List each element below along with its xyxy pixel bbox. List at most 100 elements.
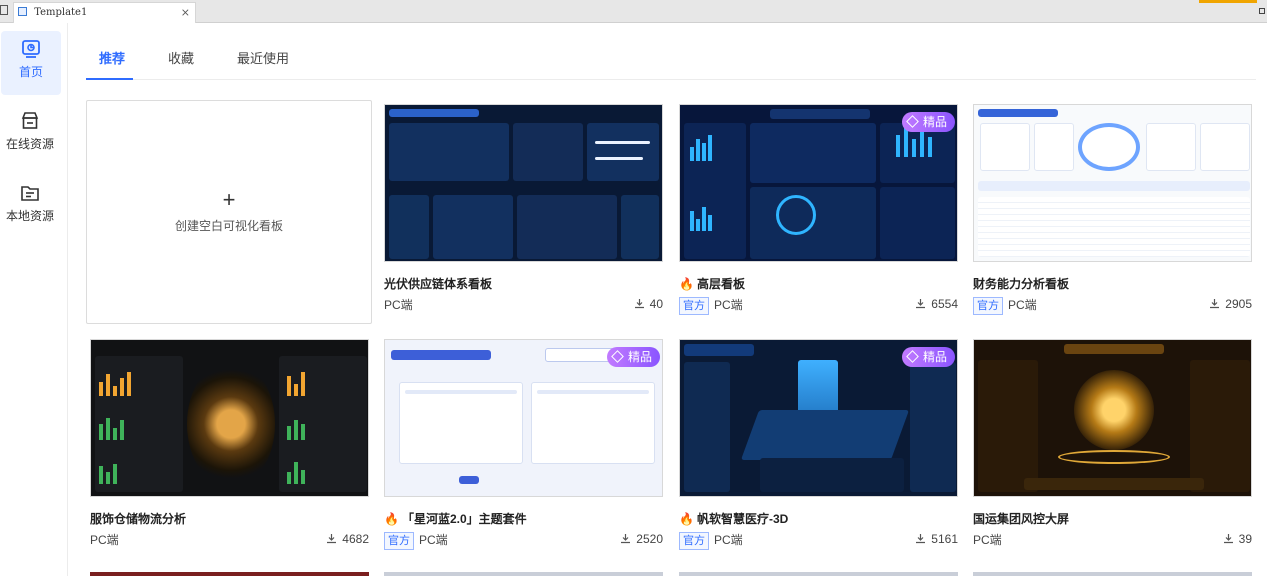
template-icon: [18, 7, 27, 16]
template-title: 光伏供应链体系看板: [384, 277, 493, 291]
template-card[interactable]: 精品 🔥 帆软智慧医疗-3D 官方 PC端 5161: [679, 339, 959, 550]
download-icon: [1223, 534, 1233, 544]
sidebar-item-online-resources[interactable]: 在线资源: [0, 103, 60, 167]
template-card[interactable]: 精品 🔥 高层看板 官方 PC端 6554: [679, 104, 959, 315]
create-dashboard-card[interactable]: + 创建空白可视化看板: [86, 100, 372, 324]
download-count: 6554: [915, 297, 958, 311]
template-meta: 官方 PC端 6554: [679, 296, 958, 315]
download-count: 40: [634, 297, 663, 311]
template-card[interactable]: 光伏供应链体系看板 PC端 40: [384, 104, 664, 312]
tab-recent[interactable]: 最近使用: [237, 48, 289, 67]
template-title: 🔥 帆软智慧医疗-3D: [679, 510, 788, 527]
gem-icon: [906, 115, 919, 128]
download-value: 2520: [636, 532, 663, 546]
download-icon: [916, 299, 926, 309]
premium-label: 精品: [922, 115, 947, 129]
template-title-text: 帆软智慧医疗-3D: [696, 512, 789, 526]
template-meta: PC端 40: [384, 296, 663, 314]
official-badge: 官方: [679, 297, 709, 315]
template-card[interactable]: 财务能力分析看板 官方 PC端 2905: [973, 104, 1253, 315]
download-icon: [621, 534, 631, 544]
category-tabs: 推荐 收藏 最近使用: [86, 40, 1256, 80]
official-badge: 官方: [679, 532, 709, 550]
template-card[interactable]: 国运集团风控大屏 PC端 39: [973, 339, 1253, 547]
app-menu-icon[interactable]: [0, 5, 8, 15]
download-icon: [327, 534, 337, 544]
premium-badge: 精品: [901, 347, 955, 367]
download-count: 2905: [1209, 297, 1252, 311]
sidebar-item-label: 首页: [18, 65, 43, 79]
premium-label: 精品: [627, 350, 652, 364]
template-meta: 官方 PC端 5161: [679, 531, 958, 550]
platform-label: PC端: [419, 533, 448, 547]
template-title: 🔥 「星河蓝2.0」主题套件: [384, 510, 527, 527]
template-title-text: 「星河蓝2.0」主题套件: [401, 512, 527, 526]
template-title: 🔥 高层看板: [679, 275, 745, 292]
template-card[interactable]: 精品 🔥 「星河蓝2.0」主题套件 官方 PC端 2520: [384, 339, 664, 550]
sidebar-item-home[interactable]: 首页: [1, 31, 61, 95]
next-row-thumbnail[interactable]: [973, 572, 1252, 576]
download-count: 2520: [620, 532, 663, 546]
sidebar-item-label: 在线资源: [5, 137, 54, 151]
platform-label: PC端: [714, 298, 743, 312]
platform-label: PC端: [90, 533, 119, 547]
download-value: 6554: [931, 297, 958, 311]
dashboard-icon: [22, 40, 40, 58]
download-value: 40: [649, 297, 663, 311]
template-title: 财务能力分析看板: [973, 277, 1070, 291]
accent-marker: [1199, 0, 1257, 3]
window-menu-icon[interactable]: [1259, 8, 1265, 14]
window-tab-strip: Template1 ×: [0, 0, 1267, 23]
next-row-thumbnail[interactable]: [679, 572, 958, 576]
download-value: 2905: [1225, 297, 1252, 311]
template-thumbnail: [90, 339, 369, 497]
template-title: 国运集团风控大屏: [973, 512, 1070, 526]
template-meta: PC端 4682: [90, 531, 369, 549]
template-card[interactable]: 服饰仓储物流分析 PC端 4682: [90, 339, 370, 547]
fire-icon: 🔥: [679, 512, 694, 526]
platform-label: PC端: [1008, 298, 1037, 312]
tab-template1[interactable]: Template1 ×: [13, 2, 196, 23]
template-thumbnail: [973, 104, 1252, 262]
platform-label: PC端: [384, 298, 413, 312]
template-meta: 官方 PC端 2520: [384, 531, 663, 550]
fire-icon: 🔥: [384, 512, 399, 526]
gem-icon: [611, 350, 624, 363]
template-title-text: 高层看板: [696, 277, 745, 291]
next-row-thumbnail[interactable]: [90, 572, 369, 576]
template-meta: 官方 PC端 2905: [973, 296, 1252, 315]
sidebar-item-local-resources[interactable]: 本地资源: [0, 175, 60, 239]
plus-icon: +: [222, 187, 236, 212]
tab-recommended[interactable]: 推荐: [99, 48, 125, 67]
premium-label: 精品: [922, 350, 947, 364]
download-count: 4682: [326, 532, 369, 546]
download-value: 4682: [342, 532, 369, 546]
template-meta: PC端 39: [973, 531, 1252, 549]
download-value: 5161: [931, 532, 958, 546]
template-title: 服饰仓储物流分析: [90, 512, 187, 526]
fire-icon: 🔥: [679, 277, 694, 291]
platform-label: PC端: [714, 533, 743, 547]
download-icon: [916, 534, 926, 544]
download-count: 39: [1223, 532, 1252, 546]
sidebar: 首页 在线资源 本地资源: [0, 23, 68, 576]
store-icon: [21, 112, 39, 129]
official-badge: 官方: [973, 297, 1003, 315]
active-tab-indicator: [86, 78, 133, 80]
gem-icon: [906, 350, 919, 363]
sidebar-item-label: 本地资源: [5, 209, 54, 223]
download-value: 39: [1238, 532, 1252, 546]
download-icon: [634, 299, 644, 309]
next-row-thumbnail[interactable]: [384, 572, 663, 576]
tab-favorites[interactable]: 收藏: [168, 48, 194, 67]
template-thumbnail: [973, 339, 1252, 497]
platform-label: PC端: [973, 533, 1002, 547]
folder-icon: [21, 186, 39, 201]
create-dashboard-label: 创建空白可视化看板: [174, 219, 283, 233]
download-icon: [1210, 299, 1220, 309]
premium-badge: 精品: [901, 112, 955, 132]
download-count: 5161: [915, 532, 958, 546]
official-badge: 官方: [384, 532, 414, 550]
tab-close-icon[interactable]: ×: [181, 3, 190, 22]
premium-badge: 精品: [606, 347, 660, 367]
